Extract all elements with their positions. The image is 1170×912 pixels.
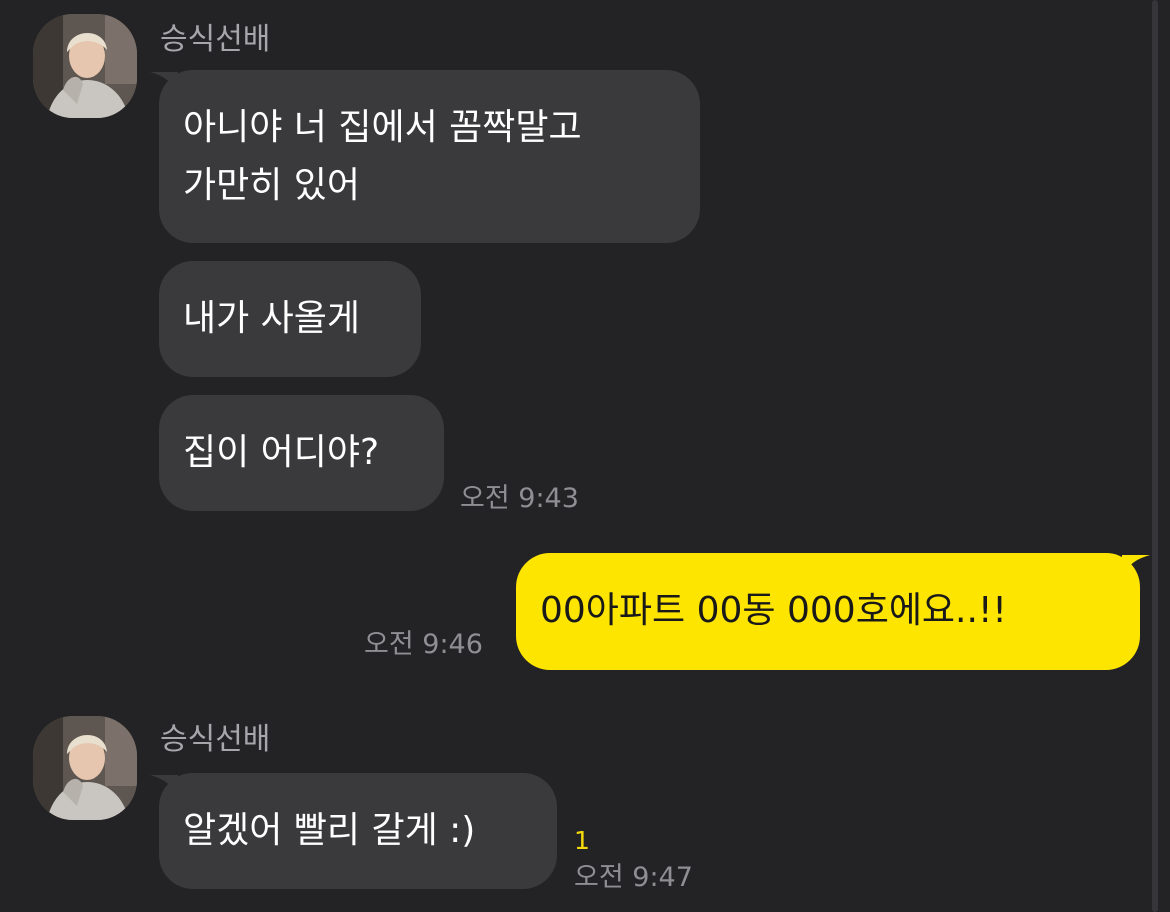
avatar-photo-icon — [33, 716, 137, 820]
message-text: 알겠어 빨리 갈게 :) — [183, 810, 476, 851]
my-message-bubble[interactable]: 00아파트 00동 000호에요..!! — [516, 553, 1140, 670]
message-text: 내가 사올게 — [183, 298, 361, 339]
message-timestamp: 오전 9:43 — [460, 483, 579, 514]
message-bubble[interactable]: 내가 사올게 — [159, 261, 421, 377]
message-text: 00아파트 00동 000호에요..!! — [540, 590, 1007, 631]
message-text: 아니야 너 집에서 꼼짝말고 — [183, 107, 582, 148]
scrollbar[interactable] — [1152, 0, 1158, 912]
avatar-photo-icon — [33, 14, 137, 118]
message-bubble[interactable]: 아니야 너 집에서 꼼짝말고 가만히 있어 — [159, 70, 700, 243]
message-bubble[interactable]: 집이 어디야? — [159, 395, 444, 511]
bubble-tail — [1122, 555, 1150, 581]
sender-avatar[interactable] — [33, 14, 137, 118]
message-text: 집이 어디야? — [183, 432, 380, 473]
sender-name: 승식선배 — [160, 722, 271, 757]
message-timestamp: 오전 9:47 — [574, 862, 693, 893]
message-text: 가만히 있어 — [183, 165, 361, 206]
message-bubble[interactable]: 알겠어 빨리 갈게 :) — [159, 773, 557, 889]
sender-avatar[interactable] — [33, 716, 137, 820]
unread-count-badge: 1 — [574, 826, 590, 855]
message-timestamp: 오전 9:46 — [364, 629, 483, 660]
sender-name: 승식선배 — [160, 22, 271, 57]
